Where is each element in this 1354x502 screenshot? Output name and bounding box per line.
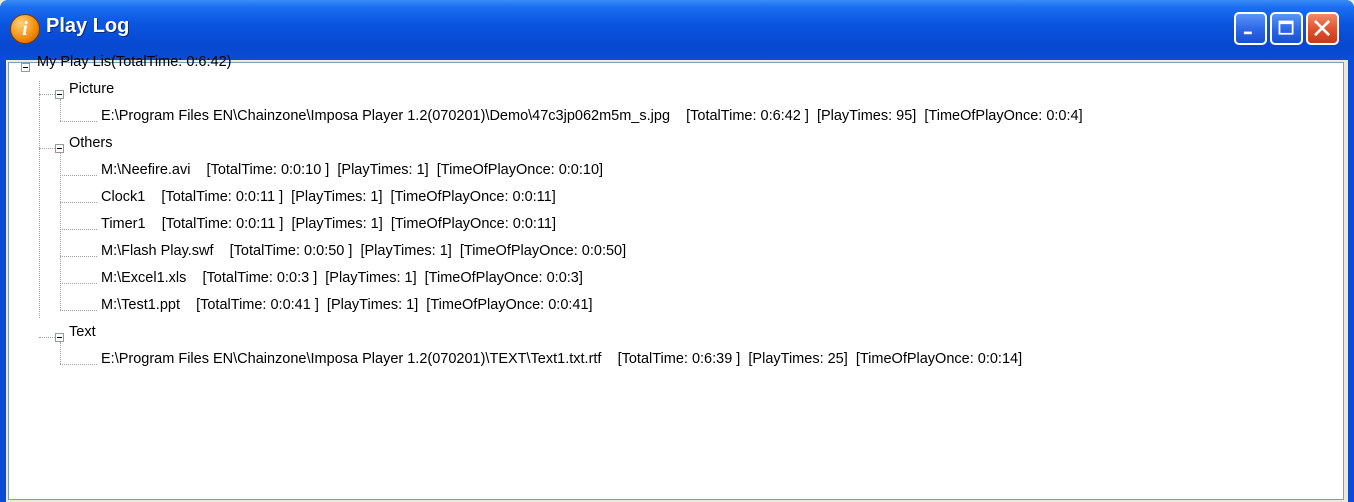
tree-connector	[60, 175, 97, 176]
window-title: Play Log	[46, 15, 130, 37]
info-icon: i	[10, 14, 40, 44]
minimize-icon	[1243, 31, 1252, 35]
tree-connector	[60, 153, 61, 310]
tree-item[interactable]: E:\Program Files EN\Chainzone\Imposa Pla…	[101, 351, 1022, 377]
tree-group-others[interactable]: Others	[69, 135, 113, 161]
minimize-button[interactable]	[1234, 12, 1267, 45]
play-log-tree[interactable]: My Play Lis(TotalTime: 0:6:42) Picture E…	[8, 54, 1344, 500]
window-client-area: My Play Lis(TotalTime: 0:6:42) Picture E…	[6, 54, 1348, 502]
collapse-toggle-root[interactable]	[21, 63, 30, 72]
tree-connector	[60, 229, 97, 230]
tree-item[interactable]: Clock1 [TotalTime: 0:0:11 ] [PlayTimes: …	[101, 189, 556, 215]
tree-item[interactable]: M:\Excel1.xls [TotalTime: 0:0:3 ] [PlayT…	[101, 270, 583, 296]
tree-item[interactable]: Timer1 [TotalTime: 0:0:11 ] [PlayTimes: …	[101, 216, 556, 242]
tree-item[interactable]: M:\Test1.ppt [TotalTime: 0:0:41 ] [PlayT…	[101, 297, 593, 323]
title-bar[interactable]: i Play Log	[0, 0, 1354, 60]
close-button[interactable]	[1306, 12, 1339, 45]
tree-group-picture[interactable]: Picture	[69, 81, 114, 107]
close-icon	[1314, 20, 1331, 37]
tree-connector	[60, 121, 97, 122]
tree-root-node[interactable]: My Play Lis(TotalTime: 0:6:42)	[37, 54, 231, 80]
tree-connector	[39, 81, 40, 318]
tree-connector	[60, 283, 97, 284]
tree-connector	[60, 364, 97, 365]
maximize-button[interactable]	[1270, 12, 1303, 45]
collapse-toggle-text[interactable]	[55, 333, 64, 342]
tree-group-text[interactable]: Text	[69, 324, 96, 350]
collapse-toggle-picture[interactable]	[55, 90, 64, 99]
tree-item[interactable]: E:\Program Files EN\Chainzone\Imposa Pla…	[101, 108, 1083, 134]
tree-connector	[60, 342, 61, 364]
tree-item[interactable]: M:\Flash Play.swf [TotalTime: 0:0:50 ] […	[101, 243, 626, 269]
tree-connector	[60, 310, 97, 311]
collapse-toggle-others[interactable]	[55, 144, 64, 153]
play-log-window: i Play Log My Play Lis(TotalTime: 0:6:42…	[0, 0, 1354, 502]
tree-item[interactable]: M:\Neefire.avi [TotalTime: 0:0:10 ] [Pla…	[101, 162, 603, 188]
tree-connector	[60, 99, 61, 121]
tree-connector	[39, 94, 55, 95]
tree-connector	[39, 148, 55, 149]
tree-connector	[60, 202, 97, 203]
tree-connector	[39, 337, 55, 338]
maximize-icon	[1278, 20, 1294, 35]
tree-connector	[60, 256, 97, 257]
